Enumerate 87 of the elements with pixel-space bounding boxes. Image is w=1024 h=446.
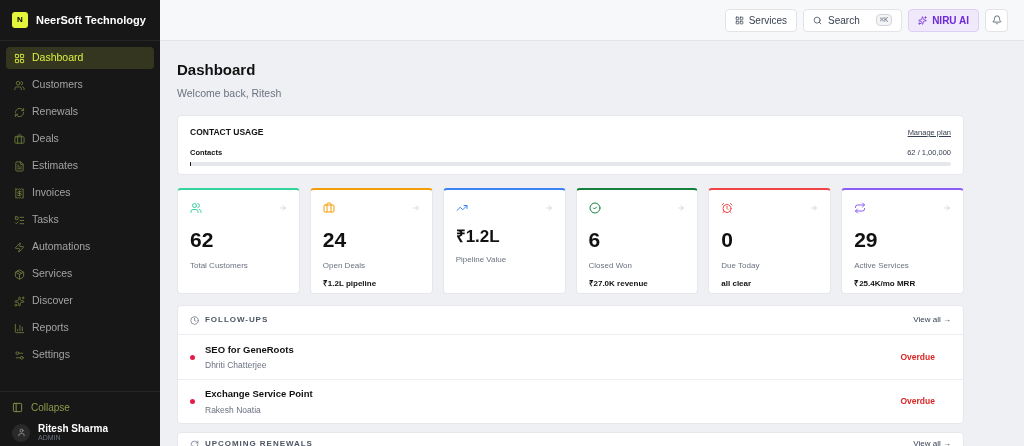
stat-card[interactable]: 24 Open Deals ₹1.2L pipeline (309, 188, 433, 295)
repeat-icon (854, 202, 867, 215)
stat-value: 62 (190, 227, 215, 254)
bar-chart-icon (14, 322, 25, 334)
stat-label: Due Today (721, 259, 761, 272)
grid-icon (734, 15, 744, 25)
stat-card[interactable]: 62 Total Customers (177, 188, 300, 295)
arrow-icon (544, 204, 553, 213)
nav-item[interactable]: Invoices (6, 182, 154, 204)
receipt-icon (14, 187, 25, 199)
arrow-icon (677, 204, 686, 213)
page-title: Dashboard (177, 60, 257, 80)
check-circle-icon (588, 202, 601, 215)
nav-item[interactable]: Discover (6, 290, 154, 312)
stat-label: Total Customers (190, 259, 249, 272)
followup-person: Dhriti Chatterjee (205, 359, 268, 372)
followup-title: SEO for GeneRoots (205, 342, 295, 357)
nav-item[interactable]: Customers (6, 74, 154, 96)
services-button[interactable]: Services (724, 8, 798, 32)
nav-item[interactable]: Services (6, 263, 154, 285)
brand-name: NeerSoft Technology (36, 12, 146, 28)
users-icon (14, 79, 25, 91)
stat-value: ₹1.2L (455, 226, 501, 249)
panel-icon (12, 402, 23, 414)
followup-title: Exchange Service Point (205, 387, 314, 402)
lightning-icon (14, 241, 25, 253)
nav-item[interactable]: Tasks (6, 209, 154, 231)
stat-label: Active Services (854, 259, 910, 272)
refresh-icon (190, 439, 199, 446)
stat-card[interactable]: ₹1.2L Pipeline Value (442, 188, 566, 295)
logo-badge: N (12, 12, 28, 28)
stat-value: 6 (588, 227, 602, 254)
stat-note: ₹27.0K revenue (588, 277, 649, 290)
followup-row[interactable]: SEO for GeneRoots Dhriti Chatterjee Overdue (178, 335, 963, 380)
stat-label: Closed Won (588, 259, 633, 272)
users-icon (190, 202, 202, 215)
status-label: Overdue (900, 350, 935, 364)
stat-note: all clear (721, 277, 753, 290)
stat-value: 24 (322, 227, 348, 254)
stat-note: ₹25.4K/mo MRR (854, 277, 917, 290)
document-icon (14, 160, 25, 172)
notifications-button[interactable] (985, 8, 1008, 32)
ai-button[interactable]: NIRU AI (908, 8, 979, 32)
user-name: Ritesh Sharma (38, 423, 109, 435)
panel-title: FOLLOW-UPS (205, 314, 269, 327)
sparkles-icon (918, 15, 928, 25)
avatar (12, 423, 30, 442)
panel-title: UPCOMING RENEWALS (205, 438, 313, 446)
stat-note: ₹1.2L pipeline (322, 277, 378, 290)
nav-item[interactable]: Dashboard (6, 47, 154, 69)
briefcase-icon (322, 202, 335, 215)
briefcase-icon (14, 133, 25, 145)
arrow-icon (411, 204, 420, 213)
clock-icon (190, 315, 199, 325)
stat-label: Pipeline Value (455, 253, 508, 266)
stat-card[interactable]: 0 Due Today all clear (708, 188, 832, 295)
nav-item[interactable]: Renewals (6, 101, 154, 123)
collapse-button[interactable]: Collapse (12, 400, 148, 416)
stat-value: 0 (721, 227, 734, 254)
arrow-icon (278, 204, 287, 213)
status-label: Overdue (900, 395, 935, 409)
arrow-icon (810, 204, 819, 213)
bell-icon (991, 15, 1002, 25)
package-icon (14, 268, 25, 280)
sparkles-icon (14, 295, 25, 307)
nav-item[interactable]: Deals (6, 128, 154, 150)
followup-row[interactable]: Exchange Service Point Rakesh Noatia Overdue (178, 379, 963, 424)
nav-item[interactable]: Reports (6, 317, 154, 339)
stat-card[interactable]: 6 Closed Won ₹27.0K revenue (575, 188, 699, 295)
sliders-icon (14, 349, 25, 361)
arrow-icon (943, 204, 951, 213)
nav-item[interactable]: Estimates (6, 155, 154, 177)
alarm-clock-icon (721, 202, 734, 215)
stat-card[interactable]: 29 Active Services ₹25.4K/mo MRR (841, 188, 964, 295)
stat-value: 29 (854, 227, 879, 254)
page-subtitle: Welcome back, Ritesh (177, 85, 283, 101)
nav-item[interactable]: Settings (6, 344, 154, 366)
search-icon (813, 15, 823, 25)
view-all-link[interactable]: View all → (913, 314, 951, 327)
list-icon (14, 214, 25, 226)
refresh-icon (14, 106, 25, 118)
followup-person: Rakesh Noatia (205, 403, 262, 417)
nav-item[interactable]: Automations (6, 236, 154, 258)
stat-label: Open Deals (322, 259, 367, 272)
view-all-link[interactable]: View all → (913, 438, 951, 446)
grid-icon (14, 52, 25, 64)
usage-title: CONTACT USAGE (190, 126, 264, 139)
